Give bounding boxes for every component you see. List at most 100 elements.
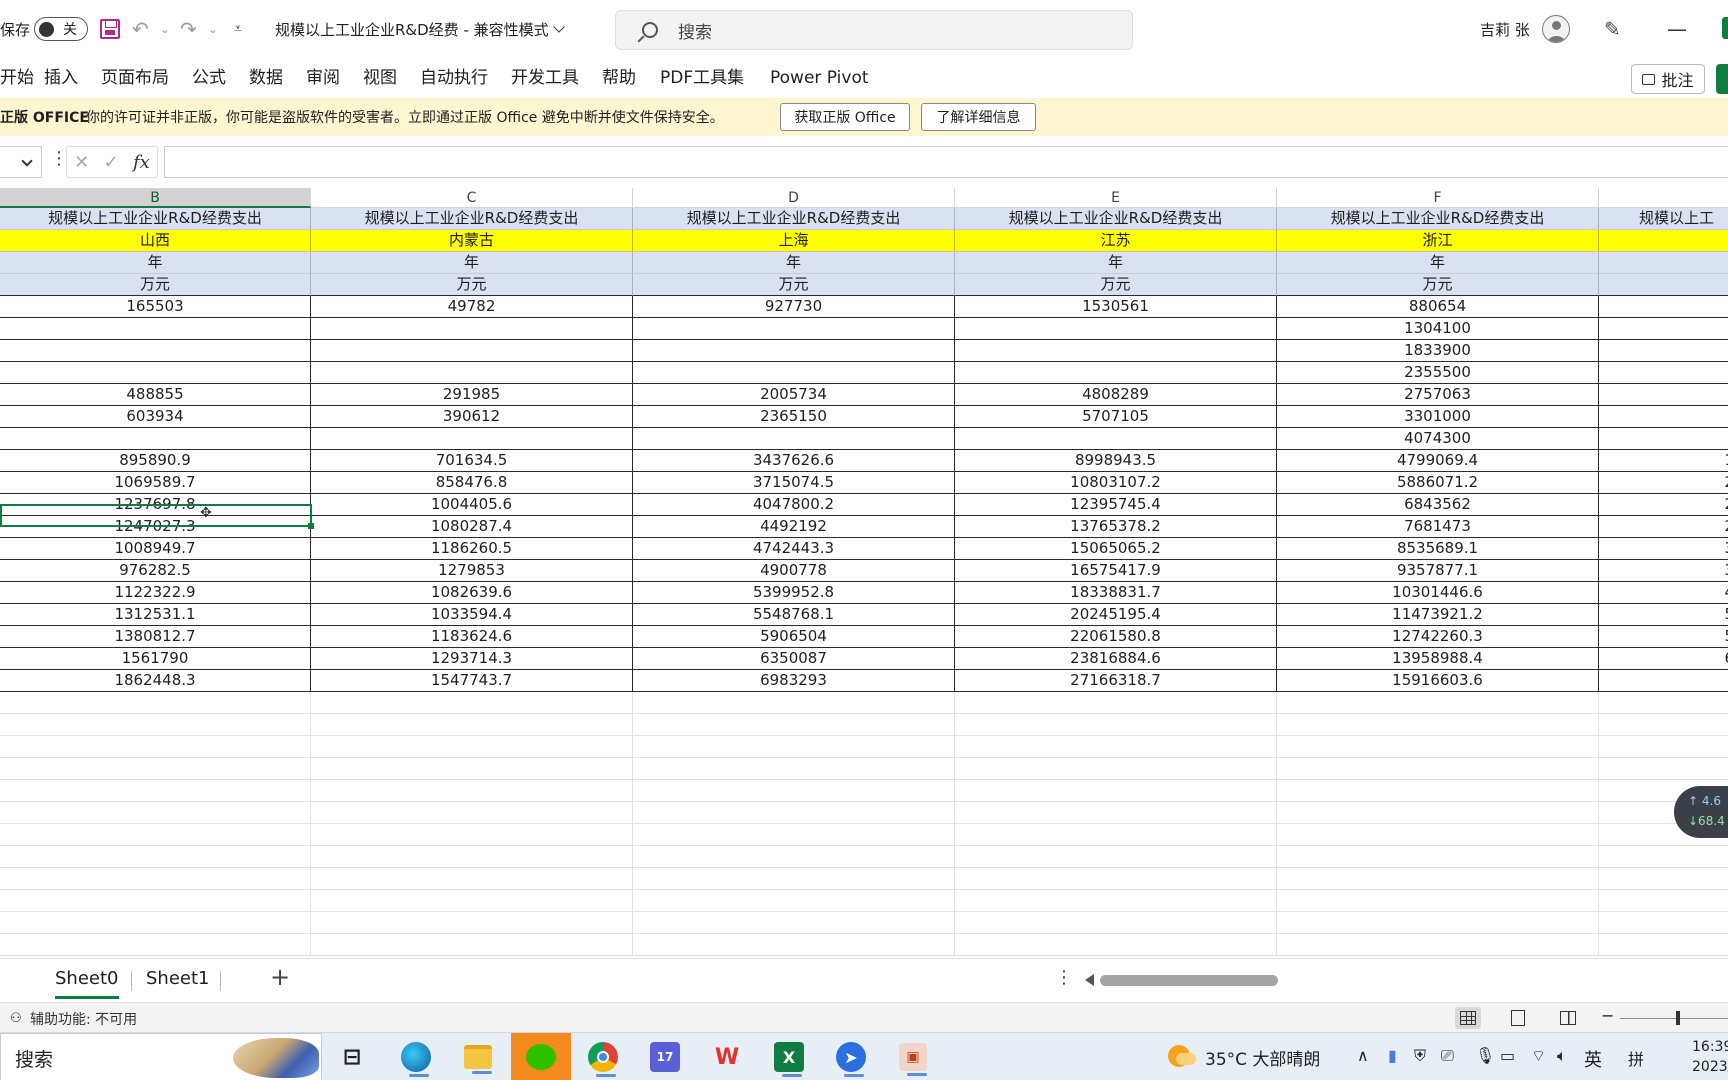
table-cell[interactable]: 1304100 [1277, 318, 1599, 340]
table-cell[interactable] [311, 362, 633, 384]
tray-app-icon[interactable]: ▮ [1388, 1046, 1397, 1065]
redo-icon[interactable]: ↷ [180, 0, 197, 58]
weather-text[interactable]: 35°C 大部晴朗 [1205, 1045, 1320, 1070]
unit-cell[interactable]: 万元 [311, 274, 633, 296]
table-cell[interactable]: 1862448.3 [0, 670, 311, 692]
worksheet-grid[interactable]: B C D E F 规模以上工业企业R&D经费支出 规模以上工业企业R&D经费支… [0, 188, 1728, 958]
table-cell[interactable]: 5 [1599, 626, 1728, 648]
clock[interactable]: 16:39 2023/9/ [1692, 1037, 1728, 1077]
header-cell[interactable]: 规模以上工业企业R&D经费支出 [0, 208, 311, 230]
table-cell[interactable] [1599, 318, 1728, 340]
table-cell[interactable]: 165503 [0, 296, 311, 318]
empty-cell[interactable] [955, 824, 1277, 846]
empty-cell[interactable] [633, 890, 955, 912]
frequency-cell[interactable]: 年 [311, 252, 633, 274]
table-cell[interactable]: 1833900 [1277, 340, 1599, 362]
table-cell[interactable]: 22061580.8 [955, 626, 1277, 648]
save-icon[interactable] [100, 19, 120, 39]
table-cell[interactable]: 3 [1599, 560, 1728, 582]
table-cell[interactable]: 10301446.6 [1277, 582, 1599, 604]
wifi-icon[interactable]: ⌔ [1531, 1046, 1546, 1066]
empty-cell[interactable] [1277, 802, 1599, 824]
empty-cell[interactable] [1599, 868, 1728, 890]
table-cell[interactable]: 390612 [311, 406, 633, 428]
table-cell[interactable]: 1008949.7 [0, 538, 311, 560]
table-cell[interactable]: 1279853 [311, 560, 633, 582]
chrome-icon[interactable] [588, 1042, 618, 1077]
empty-cell[interactable] [955, 714, 1277, 736]
table-cell[interactable]: 15065065.2 [955, 538, 1277, 560]
name-box[interactable] [0, 146, 42, 178]
table-cell[interactable]: 1380812.7 [0, 626, 311, 648]
table-cell[interactable] [311, 340, 633, 362]
table-cell[interactable]: 7681473 [1277, 516, 1599, 538]
tab-power-pivot[interactable]: Power Pivot [770, 58, 869, 98]
zoom-slider-thumb[interactable] [1676, 1011, 1680, 1025]
tab-data[interactable]: 数据 [249, 58, 283, 98]
table-cell[interactable]: 927730 [633, 296, 955, 318]
tab-help[interactable]: 帮助 [602, 58, 636, 98]
table-cell[interactable]: 1247027.3 [0, 516, 311, 538]
frequency-cell[interactable] [1599, 252, 1728, 274]
calendar-app-icon[interactable]: 17 [650, 1042, 680, 1072]
empty-cell[interactable] [311, 714, 633, 736]
empty-cell[interactable] [955, 934, 1277, 956]
table-cell[interactable] [633, 318, 955, 340]
table-cell[interactable]: 4742443.3 [633, 538, 955, 560]
unit-cell[interactable]: 万元 [1277, 274, 1599, 296]
empty-cell[interactable] [955, 912, 1277, 934]
province-cell[interactable] [1599, 230, 1728, 252]
empty-cell[interactable] [311, 824, 633, 846]
normal-view-button[interactable] [1455, 1007, 1481, 1029]
table-cell[interactable]: 4074300 [1277, 428, 1599, 450]
empty-cell[interactable] [0, 912, 311, 934]
unit-cell[interactable]: 万元 [0, 274, 311, 296]
empty-cell[interactable] [1277, 758, 1599, 780]
more-options-icon[interactable]: ⋮ [1055, 967, 1073, 988]
battery-icon[interactable]: ▭ [1500, 1046, 1515, 1065]
empty-cell[interactable] [0, 934, 311, 956]
table-cell[interactable]: 23816884.6 [955, 648, 1277, 670]
table-cell[interactable] [955, 428, 1277, 450]
table-cell[interactable]: 4808289 [955, 384, 1277, 406]
table-cell[interactable]: 8535689.1 [1277, 538, 1599, 560]
scroll-left-icon[interactable] [1085, 974, 1094, 986]
table-cell[interactable]: 12742260.3 [1277, 626, 1599, 648]
table-cell[interactable] [311, 318, 633, 340]
table-cell[interactable]: 1561790 [0, 648, 311, 670]
table-cell[interactable]: 1183624.6 [311, 626, 633, 648]
table-cell[interactable]: 27166318.7 [955, 670, 1277, 692]
frequency-cell[interactable]: 年 [1277, 252, 1599, 274]
table-cell[interactable] [633, 428, 955, 450]
table-cell[interactable]: 4492192 [633, 516, 955, 538]
empty-cell[interactable] [0, 780, 311, 802]
excel-icon[interactable]: X [774, 1042, 804, 1077]
presentation-app-icon[interactable]: ▣ [899, 1043, 927, 1076]
table-cell[interactable]: 291985 [311, 384, 633, 406]
unit-cell[interactable]: 万元 [955, 274, 1277, 296]
empty-cell[interactable] [311, 868, 633, 890]
empty-cell[interactable] [311, 758, 633, 780]
empty-cell[interactable] [1277, 780, 1599, 802]
table-cell[interactable]: 6843562 [1277, 494, 1599, 516]
table-cell[interactable]: 4047800.2 [633, 494, 955, 516]
undo-icon[interactable]: ↶ [132, 0, 149, 58]
header-cell[interactable]: 规模以上工业企业R&D经费支出 [955, 208, 1277, 230]
table-cell[interactable]: 5 [1599, 604, 1728, 626]
sheet-tab-sheet1[interactable]: Sheet1 [146, 959, 210, 999]
window-control-icon[interactable] [1722, 17, 1728, 39]
table-cell[interactable]: 4 [1599, 582, 1728, 604]
table-cell[interactable]: 3715074.5 [633, 472, 955, 494]
table-cell[interactable]: 13765378.2 [955, 516, 1277, 538]
empty-cell[interactable] [0, 736, 311, 758]
table-cell[interactable]: 488855 [0, 384, 311, 406]
province-cell[interactable]: 浙江 [1277, 230, 1599, 252]
zoom-out-icon[interactable]: − [1601, 1006, 1614, 1025]
empty-cell[interactable] [1599, 758, 1728, 780]
table-cell[interactable]: 16575417.9 [955, 560, 1277, 582]
table-cell[interactable] [633, 340, 955, 362]
table-cell[interactable]: 1082639.6 [311, 582, 633, 604]
table-cell[interactable]: 6983293 [633, 670, 955, 692]
wechat-icon[interactable] [511, 1033, 571, 1080]
table-cell[interactable]: 11473921.2 [1277, 604, 1599, 626]
